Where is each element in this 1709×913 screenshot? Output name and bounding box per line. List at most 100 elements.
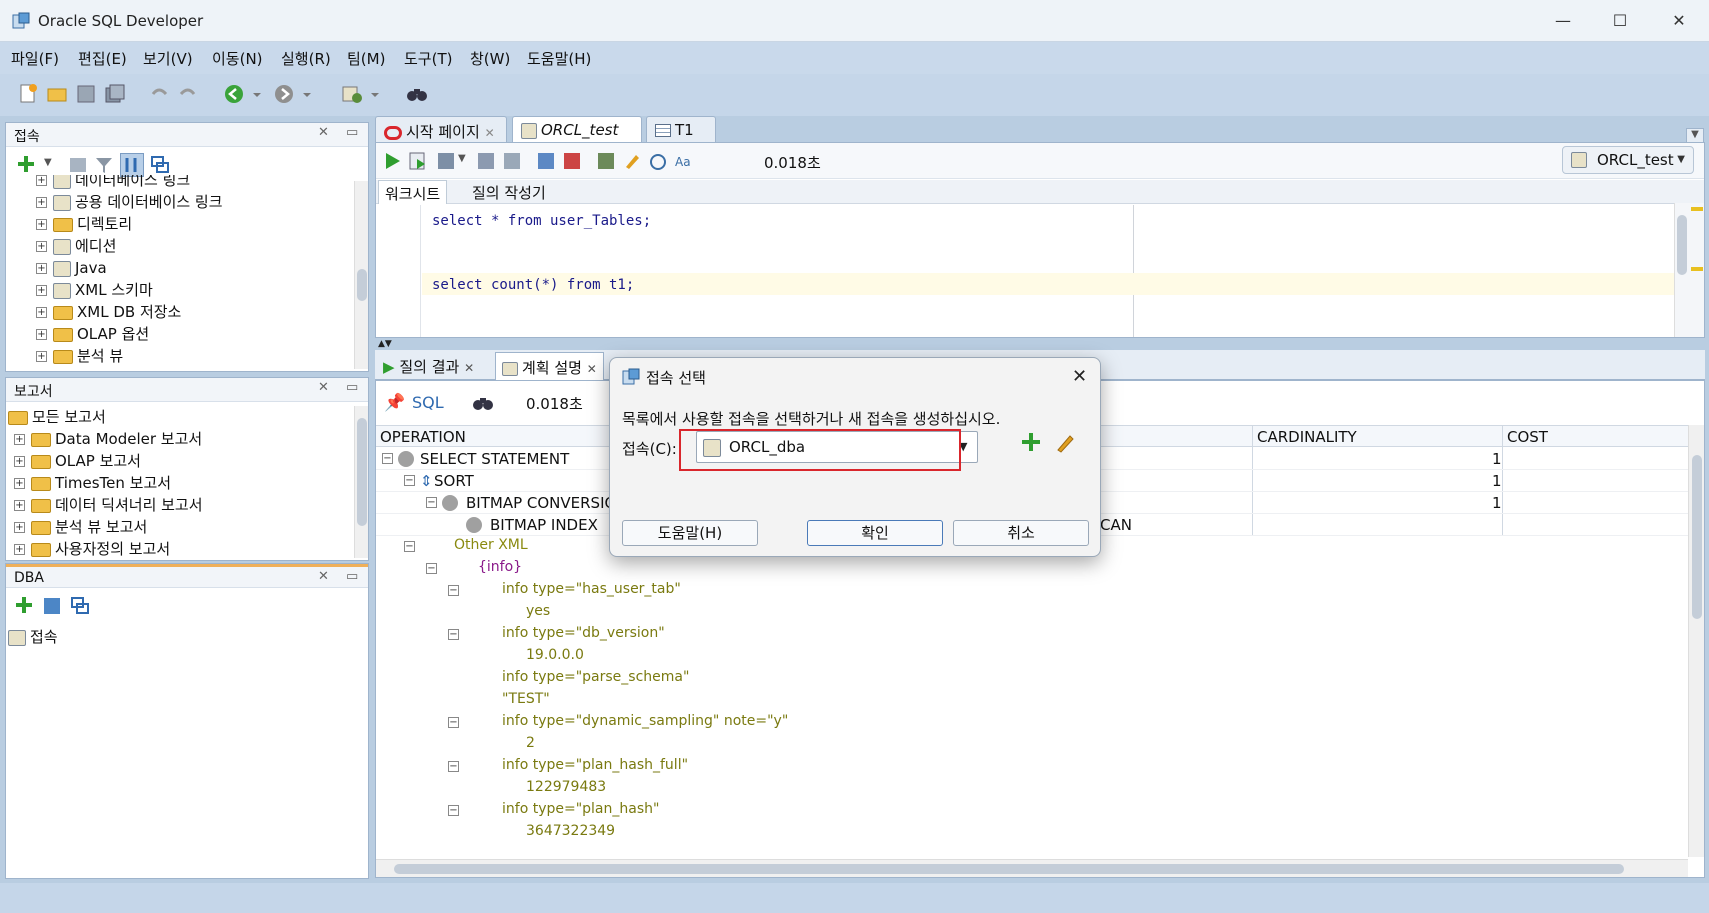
results-hscrollbar[interactable] (376, 859, 1688, 877)
xml-entry[interactable]: info type="parse_schema" (502, 669, 689, 685)
menu-window[interactable]: 창(W) (470, 48, 510, 69)
tree-item[interactable]: + XML DB 저장소 (36, 301, 181, 323)
close-icon[interactable]: ✕ (587, 362, 597, 376)
xml-entry[interactable]: info type="plan_hash_full" (502, 757, 688, 773)
tab-explain-plan[interactable]: 계획 설명 ✕ (495, 352, 604, 380)
tree-item[interactable]: + 공용 데이터베이스 링크 (36, 191, 223, 213)
add-connection-icon[interactable] (16, 153, 36, 179)
save-icon[interactable] (74, 82, 98, 106)
tree-item[interactable]: + 디렉토리 (36, 213, 132, 235)
close-icon[interactable]: ✕ (485, 126, 495, 140)
menu-help[interactable]: 도움말(H) (527, 48, 591, 69)
tree-item[interactable]: + TimesTen 보고서 (14, 472, 171, 494)
sql-worksheet-icon[interactable] (340, 82, 364, 106)
autotrace-dropdown-icon[interactable]: ▼ (458, 153, 466, 164)
undo-icon[interactable] (147, 82, 171, 106)
tile-windows-icon[interactable] (70, 596, 90, 620)
tree-item[interactable]: + 에디션 (36, 235, 116, 257)
scrollbar[interactable] (354, 406, 368, 558)
tree-item-root[interactable]: 모든 보고서 (8, 406, 106, 428)
tree-item[interactable]: + 분석 뷰 보고서 (14, 516, 147, 538)
sql-editor[interactable]: select * from user_Tables; select count(… (376, 205, 1688, 337)
tree-item[interactable]: + OLAP 옵션 (36, 323, 149, 345)
run-statement-icon[interactable] (382, 151, 402, 175)
minimize-panel-icon[interactable]: ▭ (346, 380, 358, 395)
explain-plan-icon[interactable] (476, 151, 496, 175)
info-node[interactable]: {info} (478, 559, 522, 575)
sql-link[interactable]: SQL (412, 393, 444, 412)
edit-connection-icon[interactable] (1054, 432, 1076, 458)
xml-entry[interactable]: info type="has_user_tab" (502, 581, 681, 597)
forward-dropdown-icon[interactable] (300, 82, 314, 106)
rollback-icon[interactable] (536, 151, 556, 175)
tab-query-result[interactable]: ▶ 질의 결과 ✕ (377, 352, 480, 380)
scrollbar[interactable] (354, 181, 368, 369)
commit-icon[interactable] (502, 151, 522, 175)
results-vscrollbar[interactable] (1688, 425, 1704, 857)
tree-item[interactable]: + 데이터 딕셔너리 보고서 (14, 494, 203, 516)
tree-item[interactable]: + XML 스키마 (36, 279, 153, 301)
menu-tools[interactable]: 도구(T) (404, 48, 452, 69)
refresh-icon[interactable] (42, 596, 62, 620)
menu-run[interactable]: 실행(R) (281, 48, 331, 69)
open-folder-icon[interactable] (45, 82, 69, 106)
tree-item[interactable]: + 데이터베이스 링크 (36, 175, 190, 191)
add-connection-icon[interactable] (1020, 430, 1042, 458)
redo-icon[interactable] (176, 82, 200, 106)
save-all-icon[interactable] (103, 82, 127, 106)
close-icon[interactable]: ✕ (318, 569, 329, 584)
minimize-button[interactable]: — (1551, 10, 1575, 32)
sql-dropdown-icon[interactable] (368, 82, 382, 106)
tree-item[interactable]: + OLAP 보고서 (14, 450, 141, 472)
tree-item[interactable]: + Java (36, 257, 107, 279)
xml-entry[interactable]: info type="dynamic_sampling" note="y" (502, 713, 788, 729)
back-dropdown-icon[interactable] (250, 82, 264, 106)
tree-item[interactable]: + 분석 뷰 (36, 345, 123, 367)
find-icon[interactable] (472, 393, 494, 417)
back-icon[interactable] (222, 82, 246, 106)
maximize-button[interactable]: ☐ (1608, 10, 1632, 32)
column-cost[interactable]: COST (1502, 426, 1548, 448)
tree-item[interactable]: + 사용자정의 보고서 (14, 538, 170, 558)
add-connection-icon[interactable] (14, 594, 34, 620)
minimize-panel-icon[interactable]: ▭ (346, 125, 358, 140)
column-cardinality[interactable]: CARDINALITY (1252, 426, 1357, 448)
format-icon[interactable]: Aa (674, 151, 694, 175)
cancel-icon[interactable] (562, 151, 582, 175)
xml-entry[interactable]: info type="db_version" (502, 625, 665, 641)
cancel-button[interactable]: 취소 (953, 520, 1089, 546)
tree-item[interactable]: 접속 (8, 626, 58, 648)
help-button[interactable]: 도움말(H) (622, 520, 758, 546)
ok-button[interactable]: 확인 (807, 520, 943, 546)
tree-item[interactable]: + Data Modeler 보고서 (14, 428, 202, 450)
binoculars-icon[interactable] (405, 82, 429, 106)
menu-edit[interactable]: 편집(E) (78, 48, 127, 69)
sql-tuning-icon[interactable] (596, 151, 616, 175)
close-icon[interactable]: ✕ (318, 380, 329, 395)
close-icon[interactable]: ✕ (464, 361, 474, 375)
close-icon[interactable]: ✕ (318, 125, 329, 140)
pin-icon[interactable]: 📌 (384, 393, 405, 413)
close-button[interactable]: ✕ (1667, 10, 1691, 32)
schema-browser-icon[interactable] (120, 153, 144, 177)
minimize-panel-icon[interactable]: ▭ (346, 569, 358, 584)
close-icon[interactable]: ✕ (1072, 366, 1087, 387)
clear-icon[interactable] (622, 151, 642, 175)
xml-entry[interactable]: info type="plan_hash" (502, 801, 659, 817)
other-xml-node[interactable]: Other XML (454, 537, 528, 553)
forward-icon[interactable] (272, 82, 296, 106)
editor-scrollbar[interactable] (1674, 203, 1704, 337)
menu-view[interactable]: 보기(V) (143, 48, 193, 69)
tab-worksheet[interactable]: 워크시트 (378, 180, 448, 204)
column-operation[interactable]: OPERATION (380, 426, 466, 448)
tab-query-builder[interactable]: 질의 작성기 (472, 182, 546, 203)
connection-selector[interactable]: ORCL_test ▼ (1562, 146, 1694, 174)
autotrace-icon[interactable] (436, 151, 456, 175)
menu-navigate[interactable]: 이동(N) (212, 48, 263, 69)
splitter-arrows-icon[interactable]: ▲▼ (378, 339, 392, 349)
menu-file[interactable]: 파일(F) (11, 48, 59, 69)
run-script-icon[interactable] (408, 151, 428, 175)
new-file-icon[interactable] (16, 82, 40, 106)
menu-team[interactable]: 팀(M) (347, 48, 385, 69)
history-icon[interactable] (648, 151, 668, 175)
